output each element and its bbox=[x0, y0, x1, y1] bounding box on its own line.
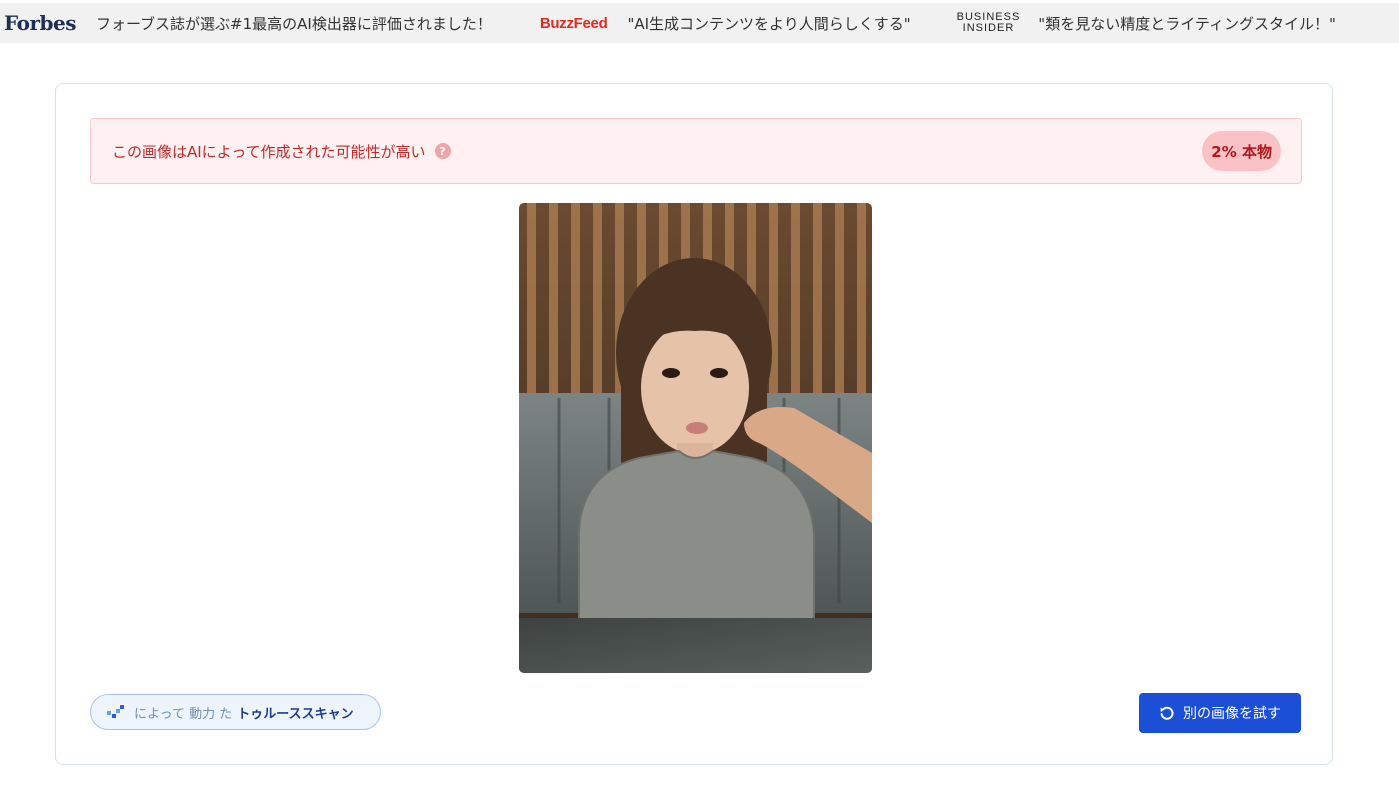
bi-logo-line2: INSIDER bbox=[962, 22, 1015, 34]
try-another-image-button[interactable]: 別の画像を試す bbox=[1139, 693, 1301, 733]
help-icon[interactable]: ? bbox=[434, 143, 451, 159]
result-card: この画像はAIによって作成された可能性が高い ? 2% 本物 によって 動力 た… bbox=[55, 83, 1333, 765]
result-message: この画像はAIによって作成された可能性が高い bbox=[112, 142, 426, 161]
truthscan-logo-icon bbox=[107, 705, 124, 718]
forbes-logo: Forbes bbox=[4, 11, 76, 35]
business-insider-logo: BUSINESS INSIDER bbox=[957, 12, 1021, 34]
powered-by-text: によって 動力 た bbox=[134, 706, 233, 722]
buzzfeed-logo: BuzzFeed bbox=[539, 14, 608, 32]
uploaded-photo bbox=[519, 203, 872, 673]
photo-illustration bbox=[519, 203, 872, 673]
powered-by-badge[interactable]: によって 動力 た トゥルーススキャン bbox=[90, 694, 381, 730]
business-insider-quote: "類を見ない精度とライティングスタイル！" bbox=[1038, 14, 1336, 33]
try-another-image-label: 別の画像を試す bbox=[1183, 706, 1281, 722]
forbes-quote: フォーブス誌が選ぶ#1最高のAI検出器に評価されました！ bbox=[95, 14, 492, 33]
buzzfeed-quote: "AI生成コンテンツをより人間らしくする" bbox=[627, 14, 911, 33]
press-bar: Forbes フォーブス誌が選ぶ#1最高のAI検出器に評価されました！ Buzz… bbox=[0, 3, 1399, 43]
refresh-icon bbox=[1160, 706, 1174, 720]
authenticity-score-badge: 2% 本物 bbox=[1202, 131, 1281, 171]
ai-result-alert: この画像はAIによって作成された可能性が高い ? 2% 本物 bbox=[90, 118, 1302, 184]
truthscan-brand: トゥルーススキャン bbox=[237, 706, 354, 722]
